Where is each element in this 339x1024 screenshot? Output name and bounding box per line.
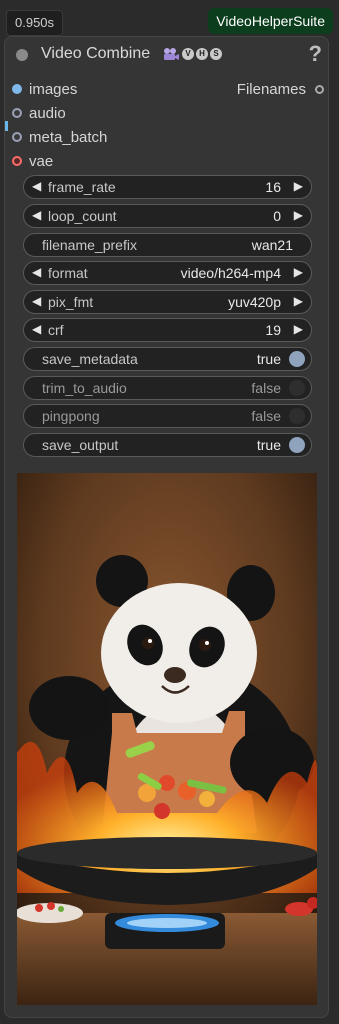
widget-frame-rate[interactable]: ◀ frame_rate 16 ▶ — [23, 175, 312, 199]
input-label: audio — [29, 105, 66, 122]
widget-name: trim_to_audio — [42, 380, 127, 396]
widget-pix-fmt[interactable]: ◀ pix_fmt yuv420p ▶ — [23, 290, 312, 314]
video-preview[interactable] — [17, 473, 317, 1005]
decrement-arrow-icon[interactable]: ◀ — [32, 208, 41, 222]
widget-filename-prefix[interactable]: filename_prefix wan21 — [23, 233, 312, 257]
input-images[interactable]: images Filenames — [5, 79, 328, 101]
node-title-bar[interactable]: Video Combine V H S ? — [5, 37, 328, 73]
widget-name: format — [48, 265, 88, 281]
input-label: vae — [29, 153, 54, 170]
toggle-on-knob-icon[interactable] — [289, 437, 305, 453]
widget-loop-count[interactable]: ◀ loop_count 0 ▶ — [23, 204, 312, 228]
input-slot-dot[interactable] — [12, 108, 22, 118]
input-label: images — [29, 81, 78, 98]
input-vae[interactable]: vae — [5, 151, 328, 173]
widget-value: 0 — [273, 208, 281, 224]
decrement-arrow-icon[interactable]: ◀ — [32, 265, 41, 279]
toggle-on-knob-icon[interactable] — [289, 351, 305, 367]
toggle-pingpong[interactable]: pingpong false — [23, 404, 312, 428]
execution-time-label: 0.950s — [6, 10, 64, 36]
input-slot-dot[interactable] — [12, 84, 22, 94]
widget-name: crf — [48, 322, 64, 338]
toggle-value: true — [256, 351, 281, 367]
widget-value: 19 — [265, 322, 281, 338]
increment-arrow-icon[interactable]: ▶ — [294, 265, 303, 279]
increment-arrow-icon[interactable]: ▶ — [294, 179, 303, 193]
toggle-save-metadata[interactable]: save_metadata true — [23, 347, 312, 371]
output-label: Filenames — [236, 81, 306, 98]
input-slot-dot[interactable] — [12, 132, 22, 142]
vhs-h-icon: H — [196, 48, 208, 60]
decrement-arrow-icon[interactable]: ◀ — [32, 322, 41, 336]
vhs-s-icon: S — [210, 48, 222, 60]
node-pack-badge: VideoHelperSuite — [208, 8, 333, 34]
node-title: Video Combine — [41, 45, 151, 62]
film-icon — [162, 47, 180, 61]
collapse-toggle-icon[interactable] — [16, 49, 28, 61]
output-slot-dot[interactable] — [315, 85, 324, 94]
toggle-trim-to-audio[interactable]: trim_to_audio false — [23, 376, 312, 400]
input-label: meta_batch — [29, 129, 108, 146]
title-icons: V H S — [162, 47, 222, 61]
widget-name: save_output — [42, 437, 119, 453]
increment-arrow-icon[interactable]: ▶ — [294, 208, 303, 222]
widget-name: pix_fmt — [48, 294, 94, 310]
toggle-off-knob-icon[interactable] — [289, 380, 305, 396]
help-icon[interactable]: ? — [309, 41, 322, 67]
widget-format[interactable]: ◀ format video/h264-mp4 ▶ — [23, 261, 312, 285]
widget-value: wan21 — [251, 237, 293, 253]
input-slot-dot[interactable] — [12, 156, 22, 166]
toggle-value: false — [251, 380, 281, 396]
decrement-arrow-icon[interactable]: ◀ — [32, 294, 41, 308]
widget-name: frame_rate — [48, 179, 116, 195]
increment-arrow-icon[interactable]: ▶ — [294, 322, 303, 336]
widget-name: pingpong — [42, 408, 100, 424]
decrement-arrow-icon[interactable]: ◀ — [32, 179, 41, 193]
panda-chef-preview-image — [17, 473, 317, 1005]
widget-name: save_metadata — [42, 351, 138, 367]
widget-crf[interactable]: ◀ crf 19 ▶ — [23, 318, 312, 342]
video-combine-node[interactable]: Video Combine V H S ? images Filenames a… — [4, 36, 329, 1018]
widget-value: video/h264-mp4 — [180, 265, 281, 281]
vhs-v-icon: V — [182, 48, 194, 60]
widget-name: loop_count — [48, 208, 117, 224]
widget-value: 16 — [265, 179, 281, 195]
input-audio[interactable]: audio — [5, 103, 328, 125]
toggle-save-output[interactable]: save_output true — [23, 433, 312, 457]
widget-name: filename_prefix — [42, 237, 137, 253]
toggle-value: false — [251, 408, 281, 424]
increment-arrow-icon[interactable]: ▶ — [294, 294, 303, 308]
toggle-off-knob-icon[interactable] — [289, 408, 305, 424]
toggle-value: true — [256, 437, 281, 453]
input-meta-batch[interactable]: meta_batch — [5, 127, 328, 149]
widget-value: yuv420p — [228, 294, 281, 310]
